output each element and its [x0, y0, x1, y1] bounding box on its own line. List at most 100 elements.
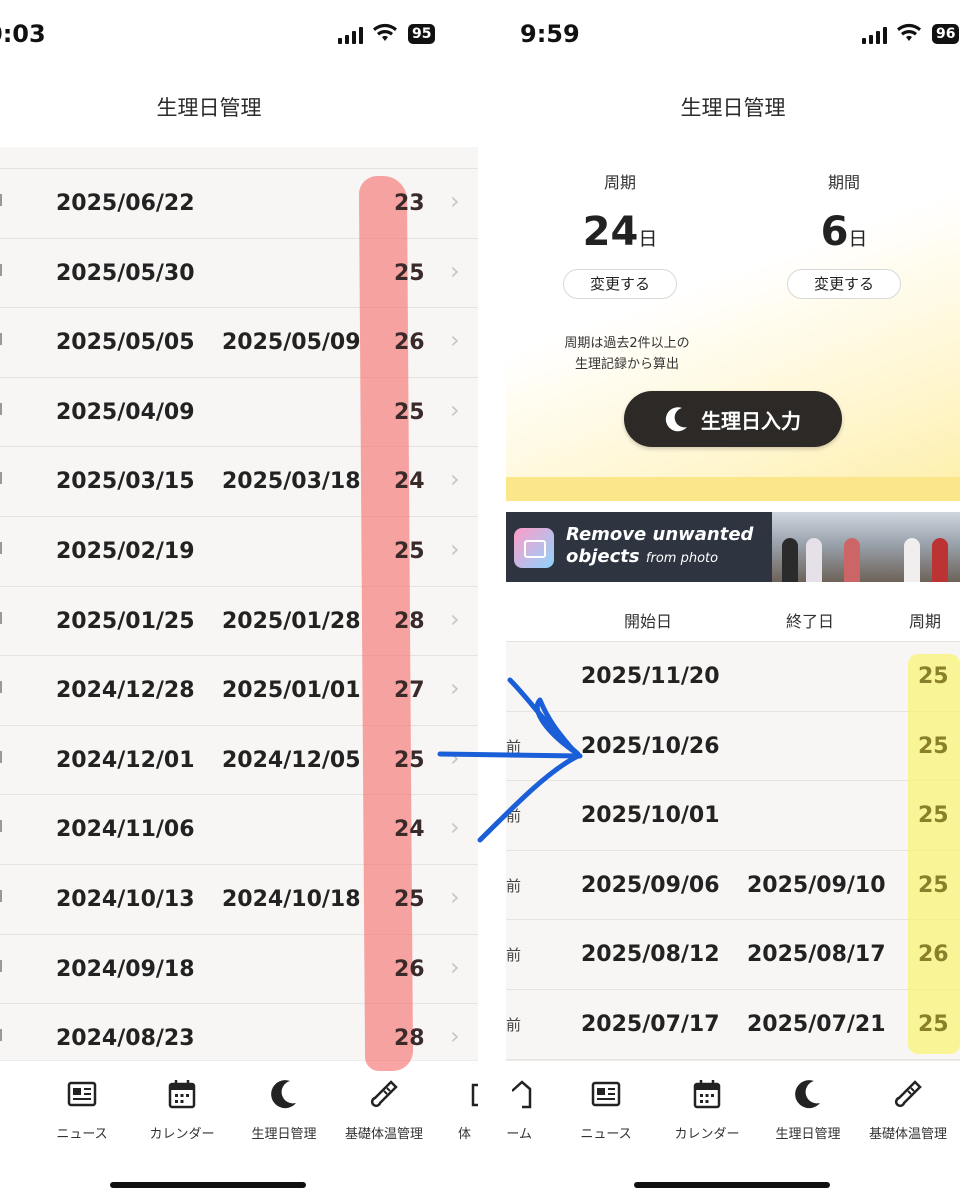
ad-headline: Remove unwanted: [566, 524, 754, 545]
period-summary: 期間 6日 変更する: [754, 169, 934, 299]
tab-label: ーム: [506, 1127, 532, 1142]
thermometer-icon: [334, 1077, 434, 1111]
start-date: 2025/10/01: [581, 803, 720, 829]
row-edge: [0, 333, 4, 346]
cycle-note: 周期は過去2件以上の 生理記録から算出: [542, 333, 712, 375]
end-date: 2025/05/09: [222, 330, 361, 356]
tab-label: 生理日管理: [775, 1127, 841, 1142]
app-icon: [514, 528, 554, 568]
end-date: 2024/12/05: [222, 747, 361, 773]
cycle-days: 25: [394, 538, 425, 564]
table-row[interactable]: 前 2025/08/12 2025/08/17 26: [506, 920, 960, 990]
start-date: 2024/11/06: [56, 817, 195, 843]
start-date: 2024/08/23: [56, 1026, 195, 1052]
tab-weight[interactable]: 体: [434, 1077, 478, 1142]
cycle-days: 26: [394, 956, 425, 982]
end-date: 2025/01/01: [222, 678, 361, 704]
ad-banner[interactable]: Remove unwanted objects from photo: [506, 512, 960, 582]
row-edge: [0, 263, 4, 276]
row-edge: [0, 472, 4, 485]
header-start-date: 開始日: [624, 612, 673, 631]
signal-icon: [338, 26, 363, 44]
period-number: 6: [820, 209, 849, 255]
blue-arrow-annotation: [437, 677, 583, 843]
cycle-days: 27: [394, 678, 425, 704]
yellow-highlight-marker: [908, 654, 960, 1054]
newspaper-icon: [32, 1077, 132, 1111]
chevron-right-icon: ›: [450, 604, 460, 633]
start-date: 2024/12/01: [56, 747, 195, 773]
end-date: 2025/03/18: [222, 469, 361, 495]
summary-band: [506, 477, 960, 501]
tab-news[interactable]: ニュース: [556, 1077, 656, 1142]
cycle-days: 25: [394, 399, 425, 425]
signal-icon: [862, 26, 887, 44]
right-screenshot: 9:59 96 生理日管理 周期 24日 変更する 期間 6日 変更する 周期は…: [506, 0, 960, 1200]
cycle-days: 25: [394, 747, 425, 773]
note-line: 周期は過去2件以上の: [564, 336, 690, 351]
cycle-days: 25: [918, 664, 949, 689]
row-edge: [0, 889, 4, 902]
header-end-date: 終了日: [786, 612, 835, 631]
ad-small: from photo: [645, 551, 719, 566]
tab-calendar[interactable]: カレンダー: [657, 1077, 757, 1142]
tab-basal-temp[interactable]: 基礎体温管理: [334, 1077, 434, 1142]
change-period-button[interactable]: 変更する: [787, 269, 901, 299]
start-date: 2024/12/28: [56, 678, 195, 704]
chevron-right-icon: ›: [450, 256, 460, 285]
status-bar: 9:59 96: [506, 20, 960, 54]
start-date: 2024/10/13: [56, 886, 195, 912]
tab-period[interactable]: 生理日管理: [758, 1077, 858, 1142]
tab-label: カレンダー: [149, 1127, 215, 1142]
row-prefix: 前: [506, 1015, 522, 1034]
row-edge: [0, 820, 4, 833]
wifi-icon: [897, 23, 921, 41]
ad-subline: objects from photo: [566, 546, 718, 567]
tab-calendar[interactable]: カレンダー: [132, 1077, 232, 1142]
cycle-number: 24: [582, 209, 639, 255]
tab-basal-temp[interactable]: 基礎体温管理: [858, 1077, 958, 1142]
chevron-right-icon: ›: [450, 1022, 460, 1051]
newspaper-icon: [556, 1077, 656, 1111]
calendar-icon: [132, 1077, 232, 1111]
cycle-days: 25: [394, 886, 425, 912]
table-header: 開始日 終了日 周期: [506, 594, 960, 642]
tab-bar: ニュース カレンダー 生理日管理 基礎体温管理 体: [0, 1060, 478, 1200]
tab-home[interactable]: ーム: [506, 1077, 532, 1142]
ad-photo: [772, 512, 960, 582]
start-date: 2025/05/05: [56, 330, 195, 356]
start-date: 2025/10/26: [581, 733, 720, 759]
end-date: 2025/08/17: [747, 942, 886, 968]
end-date: 2024/10/18: [222, 886, 361, 912]
chevron-right-icon: ›: [450, 395, 460, 424]
chevron-right-icon: ›: [450, 534, 460, 563]
start-date: 2025/11/20: [581, 664, 720, 689]
cycle-unit: 日: [638, 228, 658, 250]
tab-label: ニュース: [56, 1127, 108, 1142]
tab-label: ニュース: [580, 1127, 632, 1142]
weight-icon: [434, 1077, 478, 1111]
cycle-days: 24: [394, 469, 425, 495]
period-input-button[interactable]: 生理日入力: [624, 391, 842, 447]
tab-label: 生理日管理: [251, 1127, 317, 1142]
period-input-label: 生理日入力: [701, 408, 801, 433]
tab-label: 基礎体温管理: [344, 1127, 423, 1142]
page-title: 生理日管理: [156, 96, 262, 120]
start-date: 2025/09/06: [581, 872, 720, 898]
tab-news[interactable]: ニュース: [32, 1077, 132, 1142]
home-icon: [506, 1077, 532, 1111]
chevron-right-icon: ›: [450, 187, 460, 215]
row-edge: [0, 402, 4, 415]
cycle-days: 28: [394, 1026, 425, 1052]
cycle-days: 23: [394, 191, 425, 216]
row-edge: [0, 681, 4, 694]
home-indicator: [110, 1182, 306, 1188]
thermometer-icon: [858, 1077, 958, 1111]
cycle-days: 25: [918, 803, 949, 829]
start-date: 2025/03/15: [56, 469, 195, 495]
tab-period[interactable]: 生理日管理: [234, 1077, 334, 1142]
change-cycle-button[interactable]: 変更する: [563, 269, 677, 299]
table-row[interactable]: 前 2025/09/06 2025/09/10 25: [506, 851, 960, 921]
calendar-icon: [657, 1077, 757, 1111]
table-row[interactable]: 前 2025/07/17 2025/07/21 25: [506, 990, 960, 1060]
